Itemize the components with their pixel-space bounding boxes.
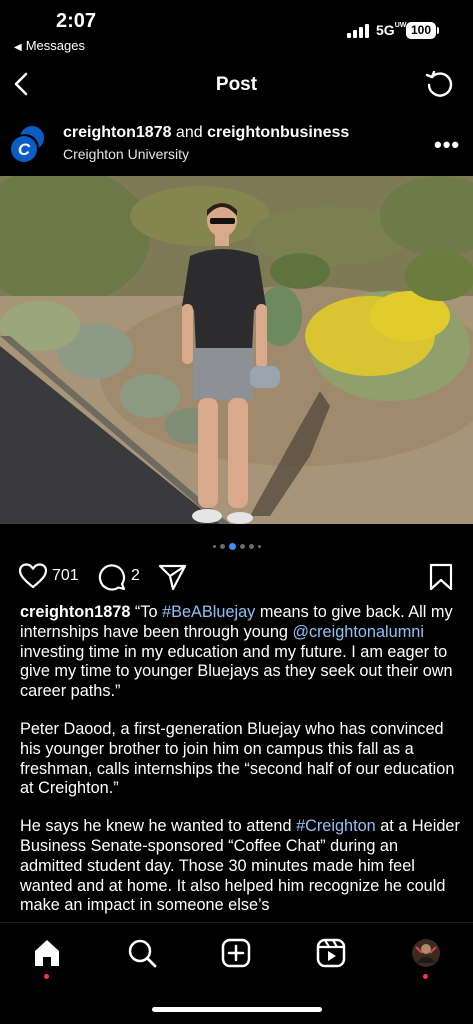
create-post-icon[interactable] [220,937,252,969]
comment-icon[interactable] [97,562,127,592]
post-authors[interactable]: creighton1878 and creightonbusiness [63,124,349,142]
home-notification-dot [44,974,49,979]
mention-link[interactable]: @creightonalumni [292,623,423,641]
carousel-indicator [0,538,473,551]
network-indicator: 5GUW [376,22,407,38]
comment-count[interactable]: 2 [131,567,140,585]
caption-paragraph: Peter Daood, a first-generation Bluejay … [20,719,455,798]
status-time: 2:07 [56,10,97,32]
heart-icon[interactable] [18,562,48,590]
carousel-dot-active [228,543,236,551]
post-photo[interactable] [0,176,473,524]
like-count[interactable]: 701 [52,567,79,585]
profile-avatar[interactable] [410,937,442,969]
battery-level: 100 [406,22,436,39]
bookmark-icon[interactable] [428,562,454,592]
home-icon[interactable] [31,937,63,969]
carousel-dot [219,544,225,550]
navigation-bar: Post [0,60,473,110]
carousel-dot [248,544,254,550]
status-bar: 2:07 ◀ Messages 5GUW 100 [0,0,473,60]
reels-icon[interactable] [315,937,347,969]
more-options-icon[interactable]: ••• [434,132,460,158]
page-title: Post [215,74,258,95]
back-to-messages[interactable]: ◀ Messages [14,38,85,53]
hashtag-link[interactable]: #BeABluejay [162,603,255,621]
carousel-dot [212,545,216,549]
caption-username[interactable]: creighton1878 [20,603,130,621]
battery-tip [437,27,439,34]
network-sup: UW [394,22,407,29]
back-triangle-icon: ◀ [14,42,22,53]
author-primary[interactable]: creighton1878 [63,124,171,141]
caption-text: He says he knew he wanted to attend [20,817,297,836]
post-location[interactable]: Creighton University [63,146,189,162]
post-caption: creighton1878 “To #BeABluejay means to g… [20,603,460,921]
post-actions: 701 2 [0,560,473,594]
carousel-dot [239,544,245,550]
search-icon[interactable] [126,937,158,969]
home-indicator [152,1007,322,1012]
share-icon[interactable] [158,563,188,591]
network-type: 5G [376,22,395,38]
caption-text: “To [130,603,163,621]
caption-paragraph: He says he knew he wanted to attend #Cre… [20,817,460,916]
caption-paragraph: creighton1878 “To #BeABluejay means to g… [20,603,460,702]
cellular-signal-icon [347,22,371,38]
refresh-icon[interactable] [424,68,456,100]
hashtag-link[interactable]: #Creighton [296,817,376,835]
author-join: and [171,124,208,141]
svg-text:C: C [18,140,31,159]
author-secondary[interactable]: creightonbusiness [207,124,349,141]
carousel-dot [257,545,261,549]
post-header: C creighton1878 and creightonbusiness Cr… [0,112,473,174]
profile-notification-dot [423,974,428,979]
creighton-logo-avatar[interactable]: C [8,124,48,164]
back-app-label: Messages [25,38,85,53]
caption-text: investing time in my education and my fu… [20,642,453,701]
